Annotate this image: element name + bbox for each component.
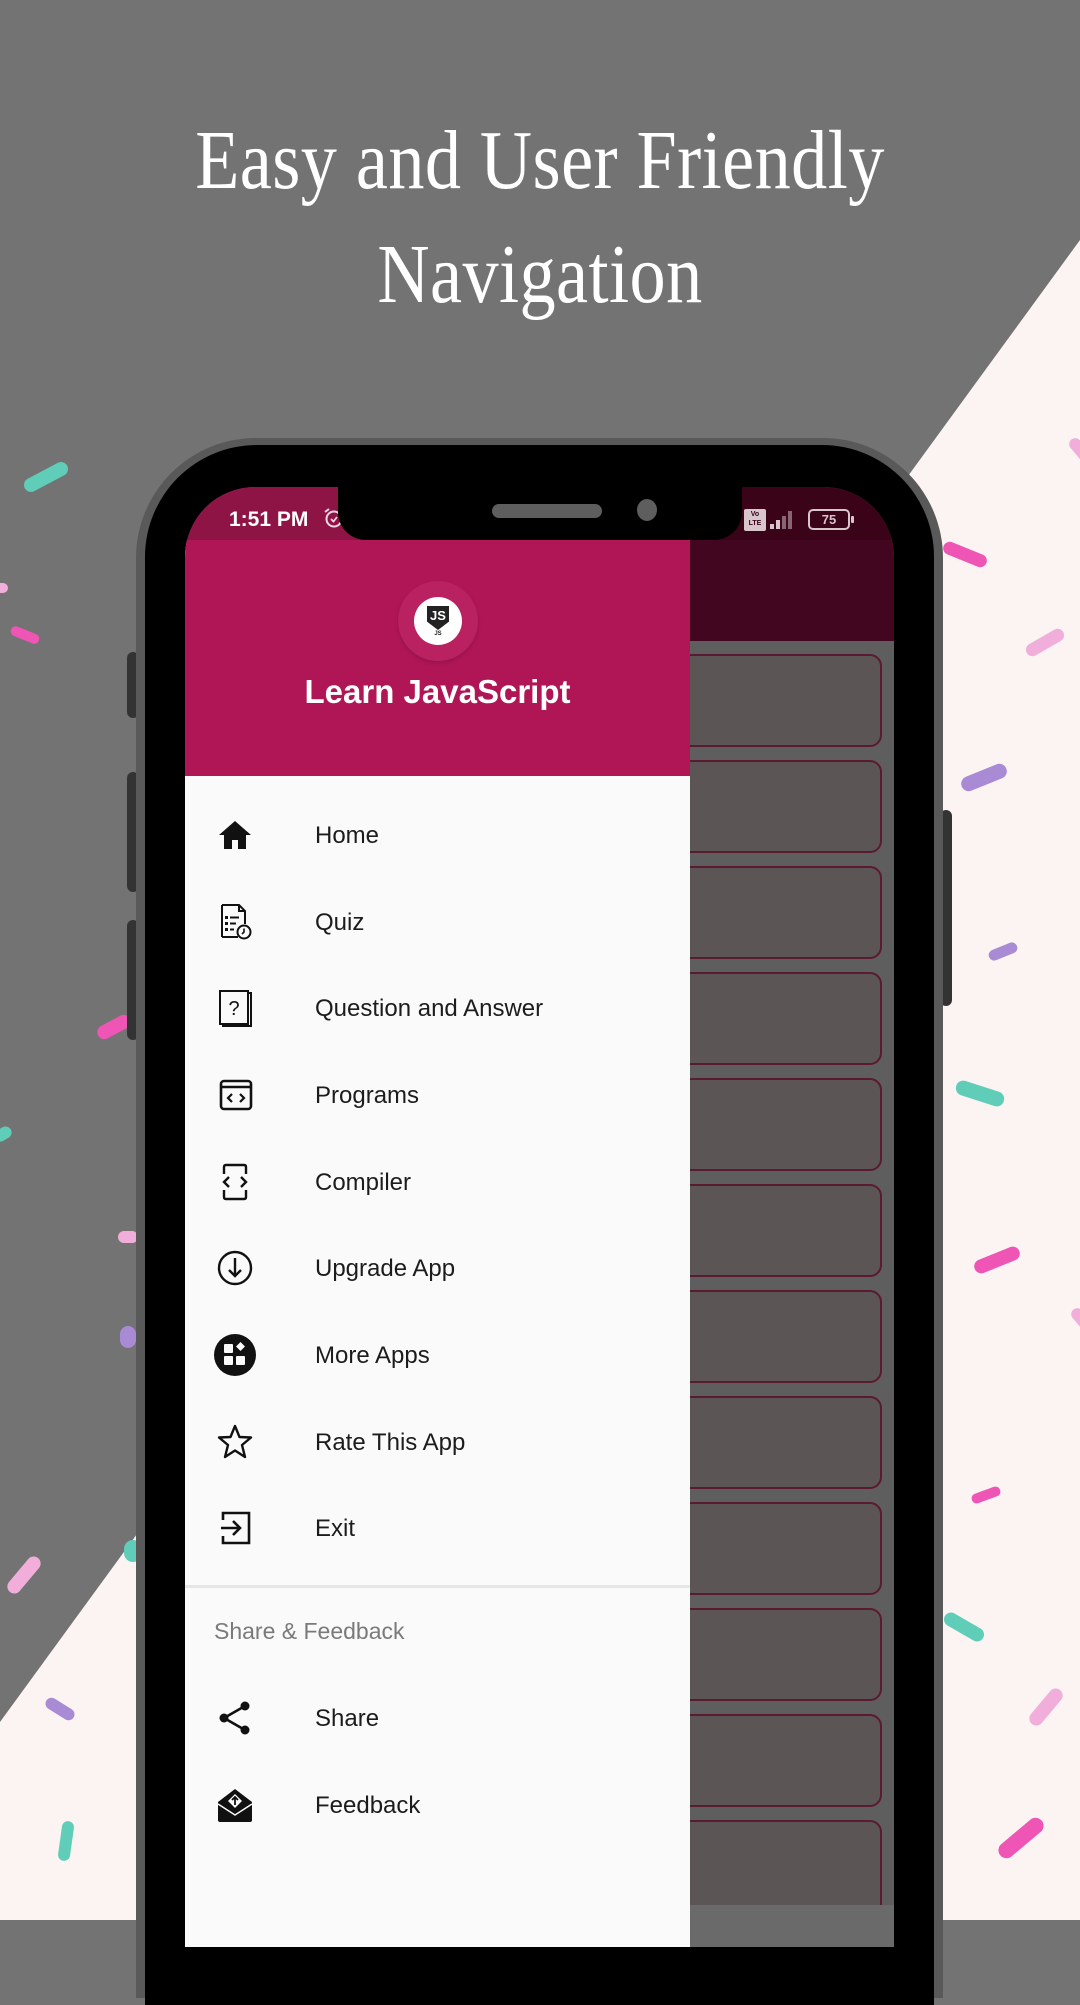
front-camera xyxy=(637,499,657,521)
bottom-bar-dimmed xyxy=(690,1905,894,1947)
app-logo: JS JS xyxy=(398,581,478,661)
code-window-icon xyxy=(215,1075,255,1115)
menu-label: Rate This App xyxy=(315,1429,466,1456)
status-time: 1:51 PM xyxy=(229,508,309,531)
menu-label: Share xyxy=(315,1705,380,1732)
promo-headline: Easy and User Friendly Navigation xyxy=(0,104,1080,332)
headline-line-2: Navigation xyxy=(377,228,703,321)
headline-line-1: Easy and User Friendly xyxy=(195,114,885,207)
status-bar: 1:51 PM Vo LTE 75 xyxy=(185,487,894,540)
menu-label: Question and Answer xyxy=(315,995,544,1022)
speaker-grille xyxy=(492,504,602,518)
signal-icon xyxy=(770,509,800,529)
confetti-piece xyxy=(118,1231,138,1243)
feedback-mail-icon xyxy=(215,1785,255,1825)
battery-icon: 75 xyxy=(808,509,854,530)
volte-icon: Vo LTE xyxy=(744,509,766,531)
menu-label: Exit xyxy=(315,1515,356,1542)
confetti-piece xyxy=(120,1326,136,1348)
drawer-divider xyxy=(185,1585,690,1588)
section-header-share-feedback: Share & Feedback xyxy=(214,1618,405,1644)
exit-icon xyxy=(215,1508,255,1548)
menu-item-more-apps[interactable]: More Apps xyxy=(185,1315,690,1395)
menu-item-feedback[interactable]: Feedback xyxy=(185,1765,690,1845)
drawer-header: JS JS Learn JavaScript xyxy=(185,540,690,776)
camera-notch xyxy=(338,487,742,540)
menu-item-home[interactable]: Home xyxy=(185,795,690,875)
phone-screen: 1:51 PM Vo LTE 75 JS JS Learn JavaScript xyxy=(185,487,894,1947)
menu-label: Quiz xyxy=(315,909,365,936)
js-shield-icon: JS xyxy=(427,606,449,630)
share-icon xyxy=(215,1698,255,1738)
logo-caption: JS xyxy=(434,631,442,637)
star-icon xyxy=(215,1422,255,1462)
app-title: Learn JavaScript xyxy=(304,673,571,710)
svg-text:?: ? xyxy=(228,998,239,1020)
menu-item-question-and-answer[interactable]: ? Question and Answer xyxy=(185,968,690,1048)
menu-item-exit[interactable]: Exit xyxy=(185,1488,690,1568)
home-icon xyxy=(215,815,255,855)
question-icon: ? xyxy=(215,988,255,1028)
quiz-icon xyxy=(215,902,255,942)
menu-item-compiler[interactable]: Compiler xyxy=(185,1142,690,1222)
menu-item-share[interactable]: Share xyxy=(185,1678,690,1758)
apps-icon xyxy=(214,1334,256,1376)
menu-item-rate-this-app[interactable]: Rate This App xyxy=(185,1402,690,1482)
menu-label: Programs xyxy=(315,1082,420,1109)
navigation-drawer: JS JS Learn JavaScript Home Quiz ? Quest… xyxy=(185,540,690,1947)
menu-label: Compiler xyxy=(315,1169,412,1196)
logo-badge: JS JS xyxy=(414,597,462,645)
menu-item-quiz[interactable]: Quiz xyxy=(185,882,690,962)
menu-label: Feedback xyxy=(315,1792,421,1819)
menu-item-upgrade-app[interactable]: Upgrade App xyxy=(185,1228,690,1308)
menu-label: Home xyxy=(315,822,380,849)
menu-label: Upgrade App xyxy=(315,1255,456,1282)
menu-label: More Apps xyxy=(315,1342,430,1369)
download-circle-icon xyxy=(215,1248,255,1288)
compiler-icon xyxy=(215,1162,255,1202)
menu-item-programs[interactable]: Programs xyxy=(185,1055,690,1135)
